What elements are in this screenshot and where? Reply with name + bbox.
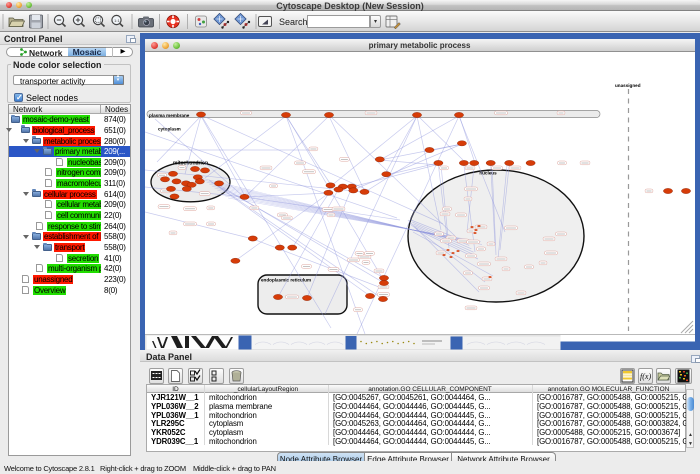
svg-text:f(x): f(x)	[640, 372, 651, 381]
svg-text:mitochondrion: mitochondrion	[173, 160, 208, 166]
svg-text:1:1: 1:1	[114, 18, 120, 23]
svg-text:cytoplasm: cytoplasm	[158, 126, 181, 131]
svg-text:unassigned: unassigned	[615, 83, 641, 88]
svg-text:plasma membrane: plasma membrane	[149, 112, 190, 117]
svg-text:endoplasmic reticulum: endoplasmic reticulum	[261, 277, 311, 282]
